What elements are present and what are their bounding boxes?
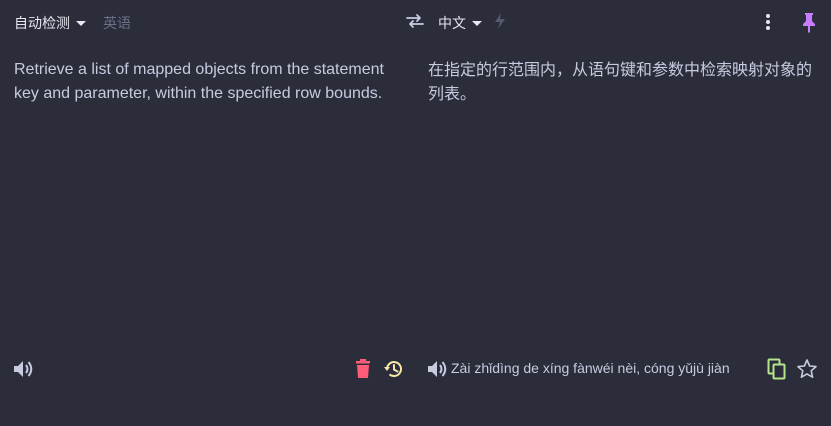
chevron-down-icon bbox=[76, 21, 86, 26]
pinyin-text: Zài zhǐdìng de xíng fànwéi nèi, cóng yǔj… bbox=[451, 360, 730, 376]
source-language-select[interactable]: 自动检测 bbox=[14, 13, 86, 33]
chevron-down-icon bbox=[472, 21, 482, 26]
source-text[interactable]: Retrieve a list of mapped objects from t… bbox=[14, 58, 384, 106]
top-bar: 自动检测 英语 中文 bbox=[0, 0, 831, 44]
swap-icon[interactable] bbox=[405, 11, 425, 31]
detected-language: 英语 bbox=[103, 16, 131, 32]
pin-icon[interactable] bbox=[799, 11, 819, 33]
lightning-icon[interactable] bbox=[492, 12, 508, 30]
translation-text: 在指定的行范围内，从语句键和参数中检索映射对象的列表。 bbox=[428, 60, 813, 103]
copy-icon[interactable] bbox=[767, 358, 787, 380]
target-language-label: 中文 bbox=[438, 16, 466, 32]
star-icon[interactable] bbox=[796, 358, 818, 380]
source-language-label: 自动检测 bbox=[14, 16, 70, 32]
history-icon[interactable] bbox=[383, 358, 405, 380]
speaker-icon[interactable] bbox=[12, 359, 34, 379]
target-language-select[interactable]: 中文 bbox=[438, 13, 482, 33]
more-vert-icon[interactable] bbox=[760, 11, 776, 33]
trash-icon[interactable] bbox=[354, 359, 372, 379]
speaker-icon[interactable] bbox=[426, 359, 448, 379]
